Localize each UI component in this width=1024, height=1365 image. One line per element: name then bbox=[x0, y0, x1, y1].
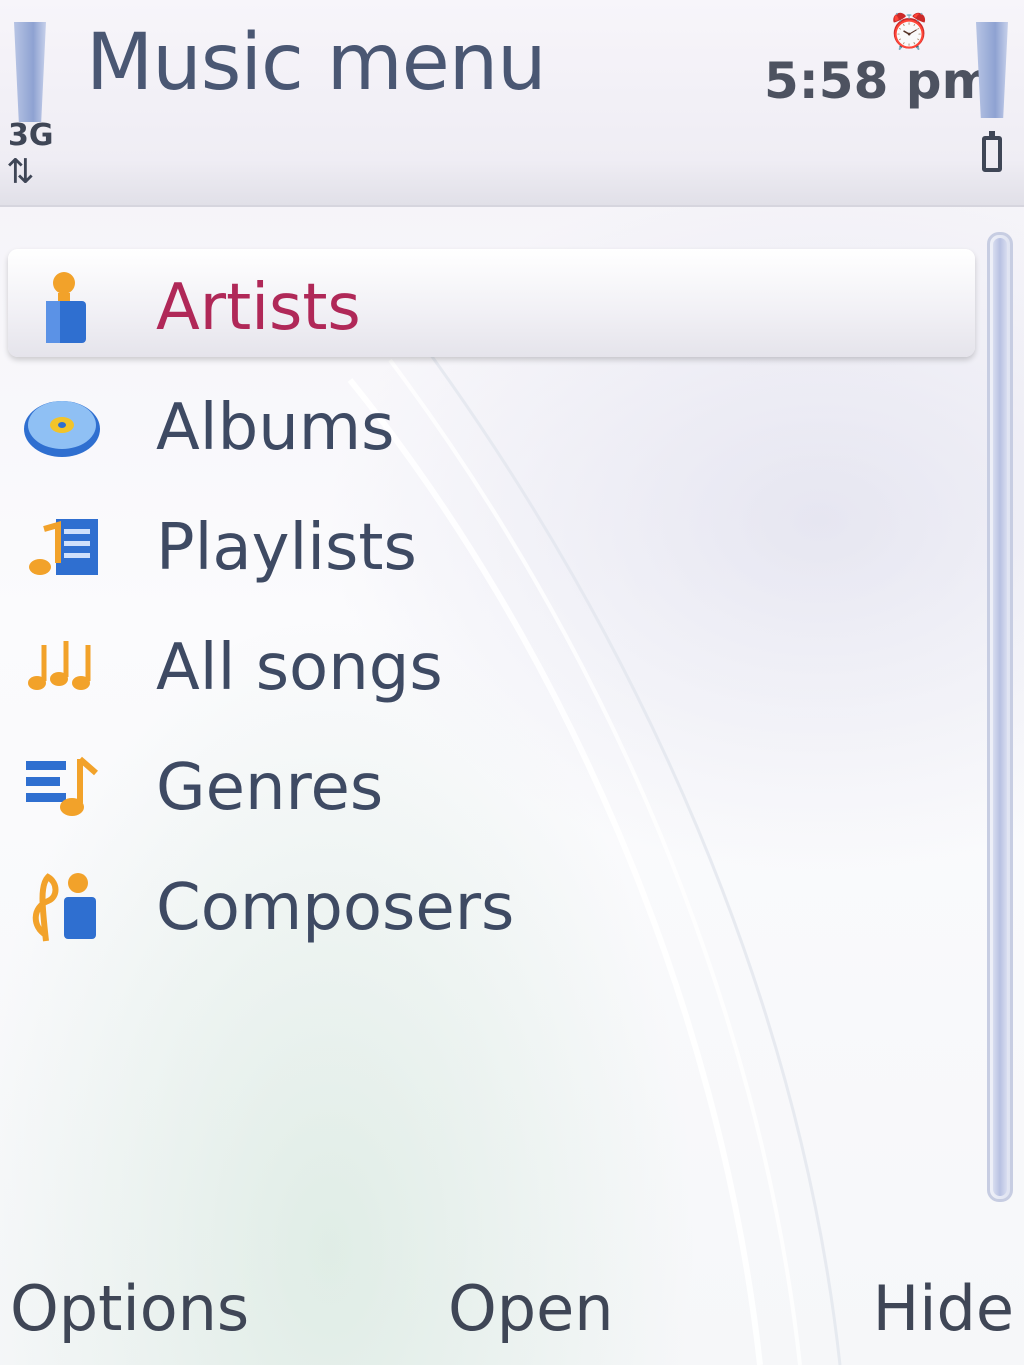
menu-item-label: Playlists bbox=[156, 511, 417, 585]
menu-item-all-songs[interactable]: All songs bbox=[0, 605, 985, 725]
menu-item-label: All songs bbox=[156, 631, 443, 705]
genres-icon bbox=[26, 756, 98, 816]
hide-softkey[interactable]: Hide bbox=[873, 1272, 1014, 1345]
open-softkey[interactable]: Open bbox=[448, 1272, 614, 1345]
options-softkey[interactable]: Options bbox=[10, 1272, 249, 1345]
playlist-icon bbox=[29, 519, 98, 575]
network-type-indicator: 3G bbox=[8, 118, 54, 153]
menu-item-label: Genres bbox=[156, 751, 384, 825]
menu-item-label: Albums bbox=[156, 391, 395, 465]
menu-item-genres[interactable]: Genres bbox=[0, 725, 985, 845]
menu-item-label: Artists bbox=[156, 271, 361, 345]
menu-item-playlists[interactable]: Playlists bbox=[0, 485, 985, 605]
status-bar: 3G ⇅ Music menu ⏰ 5:58 pm bbox=[0, 0, 1024, 207]
music-menu-list: Artists Albums Playlists All songs Genre… bbox=[0, 245, 985, 965]
all-songs-icon bbox=[28, 641, 91, 690]
menu-item-albums[interactable]: Albums bbox=[0, 365, 985, 485]
scrollbar-thumb[interactable] bbox=[993, 238, 1007, 1196]
artist-icon bbox=[46, 272, 86, 343]
battery-icon bbox=[982, 131, 1002, 172]
menu-item-label: Composers bbox=[156, 871, 515, 945]
menu-item-artists[interactable]: Artists bbox=[0, 245, 985, 365]
composers-icon bbox=[32, 873, 96, 942]
alarm-icon: ⏰ bbox=[888, 12, 931, 52]
battery-level-bar bbox=[976, 22, 1008, 118]
clock: 5:58 pm bbox=[764, 52, 994, 110]
page-title: Music menu bbox=[86, 18, 547, 108]
scrollbar[interactable] bbox=[987, 232, 1013, 1202]
album-disc-icon bbox=[24, 401, 100, 457]
data-transfer-icon: ⇅ bbox=[6, 152, 35, 192]
menu-item-composers[interactable]: Composers bbox=[0, 845, 985, 965]
signal-strength-bar bbox=[14, 22, 46, 122]
